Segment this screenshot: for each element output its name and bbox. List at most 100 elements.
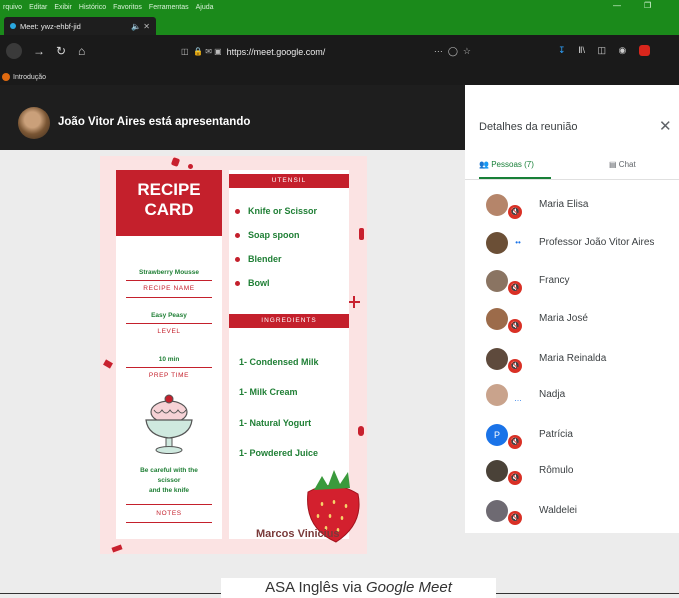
speaker-icon[interactable]: 🔈	[131, 22, 141, 31]
divider	[126, 522, 212, 523]
menu-bar: rquivo Editar Exibir Histórico Favoritos…	[0, 0, 679, 14]
participant-row[interactable]: 🔇 Maria Elisa	[465, 186, 679, 224]
participant-name: Professor João Vitor Aires	[539, 237, 655, 248]
account-icon[interactable]: ◉	[619, 45, 627, 55]
participant-name: Patrícia	[539, 429, 573, 440]
avatar	[486, 348, 508, 370]
bullet-icon	[235, 257, 240, 263]
participant-row[interactable]: 🔇 Maria Reinalda	[465, 340, 679, 378]
reload-icon[interactable]: ↻	[56, 44, 66, 58]
bullet-icon	[235, 281, 240, 287]
pocket-icon[interactable]: ◯	[448, 46, 458, 56]
menu-file[interactable]: rquivo	[3, 4, 22, 11]
sidebar-icon[interactable]: ◫	[598, 45, 607, 55]
restore-icon[interactable]: ❐	[644, 1, 651, 10]
tab-chat[interactable]: ▤ Chat	[609, 160, 636, 169]
extension-icon[interactable]	[638, 45, 650, 57]
browser-tab[interactable]: Meet: ywz-ehbf-jid 🔈 ✕	[4, 17, 156, 35]
menu-bookmarks[interactable]: Favoritos	[113, 4, 142, 11]
divider	[126, 367, 212, 368]
participant-row[interactable]: … Nadja	[465, 376, 679, 414]
participant-name: Rômulo	[539, 465, 574, 476]
menu-edit[interactable]: Editar	[29, 4, 47, 11]
notes-value: Be careful with the scissor and the knif…	[140, 467, 198, 494]
library-icon[interactable]: Ⅱ\	[578, 45, 585, 55]
tab-close-icon[interactable]: ✕	[143, 22, 150, 31]
divider	[465, 179, 679, 180]
confetti-shape	[188, 164, 193, 169]
ingredient-item: 1- Natural Yogurt	[239, 418, 312, 428]
participant-row[interactable]: •• Professor João Vitor Aires	[465, 224, 679, 262]
participant-row[interactable]: 🔇 Francy	[465, 262, 679, 300]
tab-strip: Meet: ywz-ehbf-jid 🔈 ✕	[0, 14, 679, 35]
stage-background	[465, 533, 679, 598]
participant-row[interactable]: P 🔇 Patrícia	[465, 416, 679, 454]
confetti-shape	[170, 157, 181, 167]
avatar	[486, 194, 508, 216]
participant-name: Maria Elisa	[539, 199, 589, 210]
forward-arrow-icon[interactable]: →	[33, 44, 45, 58]
confetti-shape	[103, 359, 113, 369]
ingredient-item: 1- Powdered Juice	[239, 448, 319, 458]
prep-time-label: PREP TIME	[148, 372, 190, 379]
screenshot: rquivo Editar Exibir Histórico Favoritos…	[0, 0, 679, 598]
avatar	[486, 270, 508, 292]
minimize-icon[interactable]: —	[613, 1, 621, 10]
avatar	[486, 460, 508, 482]
bookmark-star-icon[interactable]: ☆	[463, 46, 471, 56]
ingredient-item: 1- Condensed Milk	[239, 357, 319, 367]
utensil-item: Knife or Scissor	[235, 206, 317, 216]
menu-help[interactable]: Ajuda	[196, 4, 214, 11]
confetti-shape	[358, 426, 364, 436]
confetti-shape	[359, 228, 364, 240]
navigation-bar: → ↻ ⌂ ◫ 🔒 ✉ ▣ https://meet.google.com/ ⋯…	[0, 35, 679, 69]
download-icon[interactable]: ↧	[558, 45, 566, 55]
participant-name: Waldelei	[539, 505, 577, 516]
recipe-name-value: Strawberry Mousse	[139, 269, 199, 276]
participant-row[interactable]: 🔇 Maria José	[465, 300, 679, 338]
people-icon: 👥	[479, 160, 489, 169]
bullet-icon	[235, 209, 240, 215]
chat-icon: ▤	[609, 160, 617, 169]
slide-author: Marcos Vinicius	[256, 528, 340, 540]
utensil-item: Blender	[235, 254, 282, 264]
image-caption: ASA Inglês via Google Meet	[221, 578, 496, 598]
site-security-icons[interactable]: ◫ 🔒 ✉ ▣	[181, 47, 222, 56]
meet-favicon-icon	[10, 23, 16, 29]
recipe-slide: RECIPE CARD Strawberry Mousse RECIPE NAM…	[100, 156, 367, 554]
participant-row[interactable]: 🔇 Rômulo	[465, 452, 679, 490]
divider	[126, 504, 212, 505]
meeting-details-panel: Detalhes da reunião ✕ 👥 Pessoas (7) ▤ Ch…	[465, 85, 679, 533]
home-icon[interactable]: ⌂	[78, 44, 85, 58]
mic-off-icon: 🔇	[508, 281, 522, 295]
bookmark-folder-icon	[2, 73, 10, 81]
address-bar[interactable]: ◫ 🔒 ✉ ▣ https://meet.google.com/ ⋯ ◯ ☆	[175, 40, 471, 63]
speaking-indicator-icon: ••	[515, 238, 521, 247]
ingredients-header: INGREDIENTS	[229, 314, 349, 328]
participant-row[interactable]: 🔇 Waldelei	[465, 492, 679, 530]
menu-view[interactable]: Exibir	[54, 4, 72, 11]
recipe-name-label: RECIPE NAME	[143, 285, 195, 292]
divider	[126, 323, 212, 324]
notes-label: NOTES	[156, 510, 182, 517]
back-button[interactable]	[6, 43, 22, 59]
mic-off-icon: 🔇	[508, 471, 522, 485]
audio-dots-icon: …	[514, 394, 522, 403]
mic-off-icon: 🔇	[508, 205, 522, 219]
avatar	[486, 308, 508, 330]
page-actions-icon[interactable]: ⋯	[434, 46, 443, 56]
divider	[126, 280, 212, 281]
avatar: P	[486, 424, 508, 446]
menu-history[interactable]: Histórico	[79, 4, 106, 11]
tab-people[interactable]: 👥 Pessoas (7)	[479, 160, 534, 169]
recipe-card-title: RECIPE CARD	[116, 170, 222, 236]
ice-cream-sundae-icon	[145, 394, 193, 454]
bookmark-introducao[interactable]: Introdução	[13, 74, 46, 81]
level-label: LEVEL	[157, 328, 181, 335]
close-icon[interactable]: ✕	[659, 117, 672, 135]
panel-title: Detalhes da reunião	[479, 121, 578, 133]
participant-name: Maria Reinalda	[539, 353, 607, 364]
confetti-shape	[348, 301, 360, 303]
menu-tools[interactable]: Ferramentas	[149, 4, 189, 11]
mic-off-icon: 🔇	[508, 511, 522, 525]
